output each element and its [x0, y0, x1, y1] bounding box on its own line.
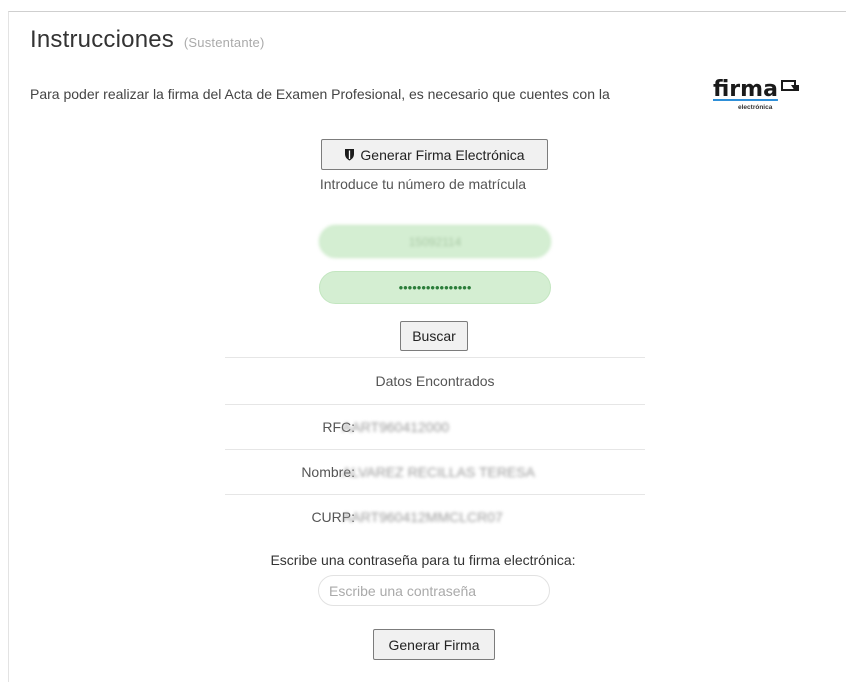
matricula-caption: Introduce tu número de matrícula — [319, 176, 527, 192]
password-input[interactable] — [319, 271, 551, 304]
nombre-value: ALVAREZ RECILLAS TERESA — [342, 464, 535, 480]
title-text: Instrucciones — [30, 26, 174, 53]
curp-value: AART960412MMCLCR07 — [342, 509, 503, 525]
table-row: CURP: AART960412MMCLCR07 — [225, 494, 645, 539]
generate-signature-button[interactable]: Generar Firma Electrónica — [321, 139, 548, 170]
firma-electronica-logo: firma electrónica — [713, 77, 809, 113]
title-subtitle: (Sustentante) — [183, 35, 265, 50]
signature-password-input[interactable] — [318, 575, 550, 606]
table-row: Nombre: ALVAREZ RECILLAS TERESA — [225, 449, 645, 494]
generate-signature-label: Generar Firma Electrónica — [360, 146, 525, 163]
results-table: Datos Encontrados RFC: AART960412000 Nom… — [225, 357, 645, 539]
rfc-value: AART960412000 — [342, 419, 450, 435]
table-row: RFC: AART960412000 — [225, 404, 645, 449]
search-button[interactable]: Buscar — [400, 321, 468, 351]
logo-word: firma — [713, 77, 778, 102]
shield-icon — [345, 149, 355, 161]
results-heading: Datos Encontrados — [225, 357, 645, 404]
page-title: Instrucciones (Sustentante) — [30, 26, 265, 54]
matricula-input[interactable] — [319, 225, 551, 258]
generate-firma-button[interactable]: Generar Firma — [373, 629, 495, 660]
signature-password-label: Escribe una contraseña para tu firma ele… — [270, 552, 576, 568]
intro-text: Para poder realizar la firma del Acta de… — [30, 86, 610, 102]
logo-small-text: electrónica — [738, 104, 773, 111]
card-icon — [781, 80, 799, 91]
